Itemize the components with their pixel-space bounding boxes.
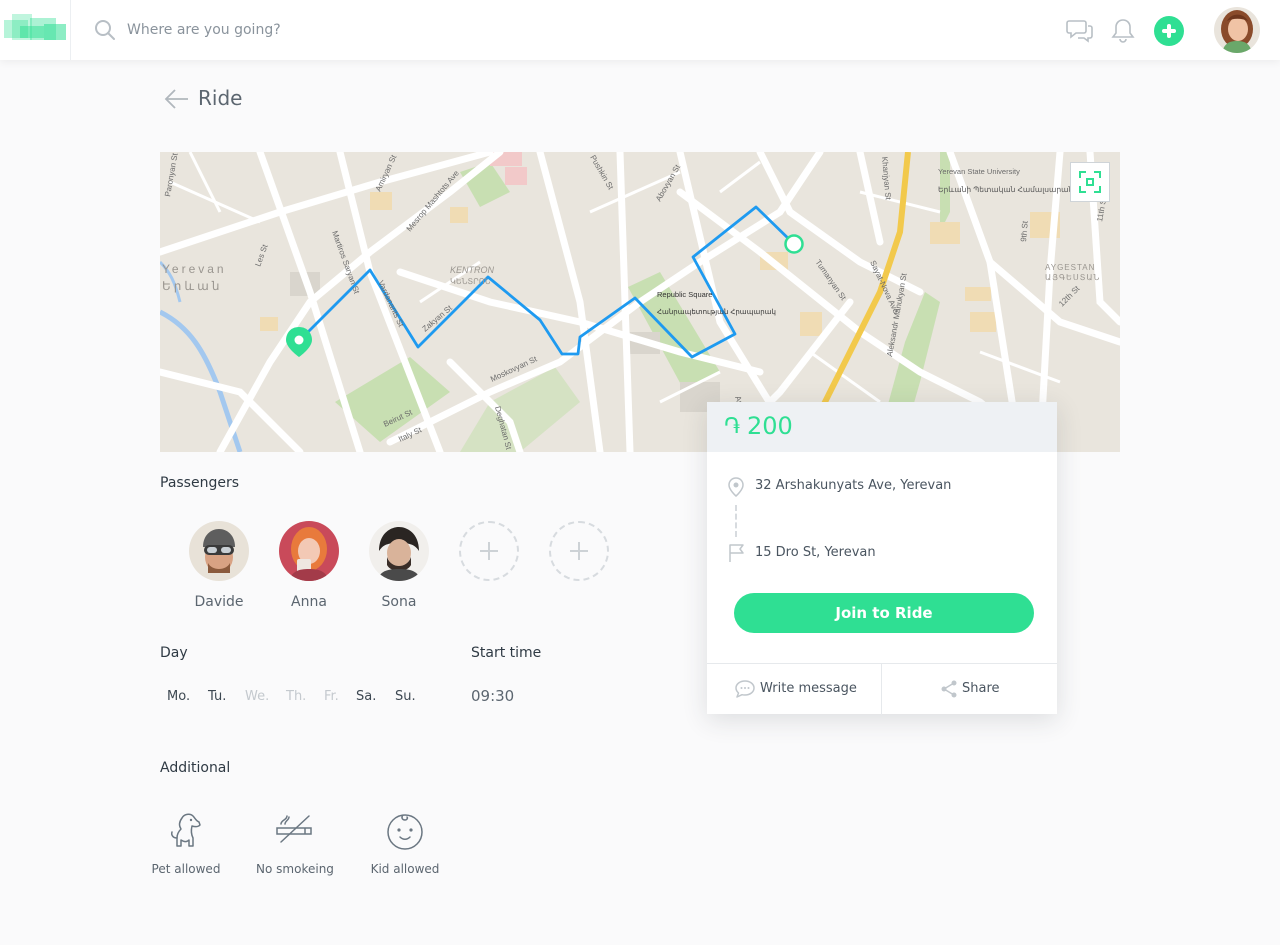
- card-actions: Write message Share: [707, 663, 1057, 715]
- day-sunday[interactable]: Su.: [395, 689, 416, 704]
- pickup-address: 32 Arshakunyats Ave, Yerevan: [755, 478, 952, 493]
- passenger-davide[interactable]: Davide: [189, 521, 249, 610]
- passenger-anna[interactable]: Anna: [279, 521, 339, 610]
- day-saturday[interactable]: Sa.: [356, 689, 376, 704]
- passenger-name: Sona: [381, 594, 417, 610]
- app-logo[interactable]: [0, 0, 71, 60]
- start-time-label: Start time: [471, 645, 542, 661]
- join-ride-button[interactable]: Join to Ride: [734, 593, 1034, 633]
- avatar: [369, 521, 429, 581]
- day-thursday[interactable]: Th.: [286, 689, 306, 704]
- share-icon: [941, 680, 957, 698]
- add-passenger-button[interactable]: [549, 521, 609, 581]
- additional-label: Additional: [160, 760, 231, 776]
- add-ride-button[interactable]: [1154, 16, 1184, 46]
- page-title: Ride: [198, 86, 243, 110]
- map-label: Հանրապետության Հրապարակ: [657, 308, 776, 316]
- user-avatar[interactable]: [1214, 7, 1260, 53]
- map-label: Երևան: [162, 279, 222, 293]
- map-label: AYGESTAN: [1045, 263, 1095, 272]
- day-monday[interactable]: Mo.: [167, 689, 190, 704]
- map-label: Republic Square: [657, 290, 712, 299]
- route-connector: [735, 505, 737, 537]
- price-header: ֏ 200: [707, 402, 1057, 452]
- write-message-label: Write message: [760, 681, 857, 696]
- map-label: KENTRON: [450, 265, 495, 275]
- search-input[interactable]: [127, 18, 627, 42]
- add-passenger-button[interactable]: [459, 521, 519, 581]
- day-tuesday[interactable]: Tu.: [208, 689, 226, 704]
- share-label: Share: [962, 681, 1000, 696]
- dropoff-address: 15 Dro St, Yerevan: [755, 545, 876, 560]
- avatar: [279, 521, 339, 581]
- amenity-label: Kid allowed: [370, 862, 440, 876]
- map-label: Yerevan: [162, 262, 227, 276]
- bell-icon[interactable]: [1109, 16, 1137, 44]
- ride-price: 200: [747, 412, 793, 440]
- baby-face-icon: [387, 814, 423, 850]
- amenity-pet-allowed: Pet allowed: [136, 808, 236, 876]
- dog-icon: [171, 813, 201, 847]
- map-label: 9th St: [1019, 220, 1030, 242]
- share-button[interactable]: Share: [882, 664, 1057, 715]
- day-wednesday[interactable]: We.: [245, 689, 269, 704]
- recenter-map-button[interactable]: [1070, 162, 1110, 202]
- passenger-sona[interactable]: Sona: [369, 521, 429, 610]
- user-photo: [1214, 7, 1260, 53]
- day-label: Day: [160, 645, 188, 661]
- day-friday[interactable]: Fr.: [324, 689, 339, 704]
- amenity-no-smoking: No smokeing: [245, 808, 345, 876]
- amenity-label: No smokeing: [256, 862, 334, 876]
- focus-icon: [1079, 171, 1101, 193]
- start-time-value[interactable]: 09:30: [471, 687, 514, 705]
- amenity-kid-allowed: Kid allowed: [355, 808, 455, 876]
- write-message-button[interactable]: Write message: [707, 664, 881, 715]
- chat-icon[interactable]: [1066, 16, 1094, 44]
- back-arrow-icon[interactable]: [164, 88, 190, 110]
- search-icon: [95, 20, 115, 40]
- map-label: ԿԵՆՏՐՈՆ: [450, 277, 491, 286]
- ride-card: ֏ 200 32 Arshakunyats Ave, Yerevan 15 Dr…: [707, 402, 1057, 715]
- location-pin-icon: [728, 477, 744, 497]
- passengers-label: Passengers: [160, 475, 240, 491]
- flag-icon: [729, 544, 744, 562]
- avatar: [189, 521, 249, 581]
- no-smoking-icon: [276, 815, 312, 843]
- map-label: Երևանի Պետական Համալսարան: [938, 185, 1073, 194]
- map-label: ԱՅԳԵՍՏԱՆ: [1045, 273, 1100, 282]
- speech-bubble-icon: [735, 680, 755, 698]
- map-label: Yerevan State University: [938, 167, 1020, 176]
- currency-symbol: ֏: [724, 414, 741, 439]
- amenity-label: Pet allowed: [151, 862, 221, 876]
- passenger-name: Anna: [291, 594, 327, 610]
- passenger-name: Davide: [194, 594, 244, 610]
- top-bar: [0, 0, 1280, 60]
